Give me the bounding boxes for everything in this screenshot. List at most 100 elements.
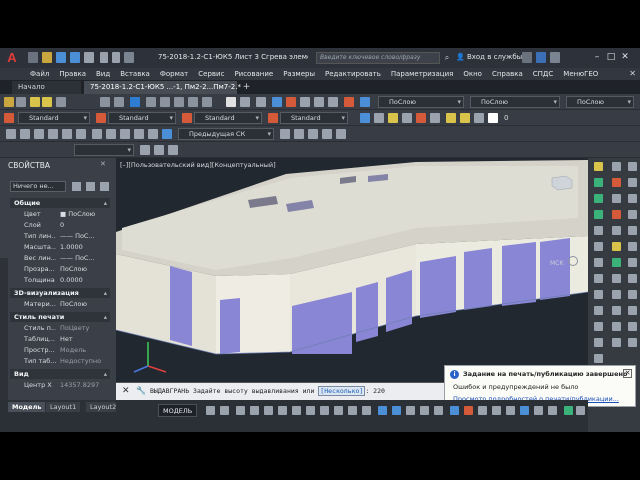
markup-icon[interactable] bbox=[314, 97, 324, 107]
app-logo[interactable]: A bbox=[2, 50, 22, 66]
clean-screen-icon[interactable] bbox=[548, 406, 557, 415]
dynamic-ucs-icon[interactable] bbox=[362, 406, 371, 415]
search-icon[interactable]: ⌕ bbox=[441, 52, 453, 64]
prop-row[interactable]: Толщина 0.0000 bbox=[10, 275, 110, 286]
fillet-tool-icon[interactable] bbox=[628, 338, 637, 347]
text-style-dropdown[interactable]: Standard bbox=[18, 112, 90, 124]
properties-icon[interactable] bbox=[256, 97, 266, 107]
save-icon[interactable] bbox=[56, 52, 66, 63]
lineweight-dropdown[interactable]: ПоСлою bbox=[566, 96, 634, 108]
tab-layout1[interactable]: Layout1 bbox=[46, 402, 81, 412]
view-icon[interactable] bbox=[360, 113, 370, 123]
snap-icon[interactable] bbox=[220, 406, 229, 415]
sun-icon[interactable] bbox=[42, 97, 52, 107]
undo-icon[interactable] bbox=[100, 52, 108, 63]
ortho-icon[interactable] bbox=[236, 406, 245, 415]
prop-row[interactable]: Цвет ■ ПоСлою bbox=[10, 209, 110, 220]
lock-ui-icon[interactable] bbox=[506, 406, 515, 415]
3dosnap-icon[interactable] bbox=[348, 406, 357, 415]
gizmo-icon[interactable] bbox=[392, 406, 401, 415]
layer-iso-icon[interactable] bbox=[114, 97, 124, 107]
menu-geo[interactable]: МенюГЕО bbox=[563, 68, 598, 80]
gradient-tool-icon[interactable] bbox=[612, 290, 621, 299]
menu-insert[interactable]: Вставка bbox=[120, 68, 150, 80]
transparency-icon[interactable] bbox=[320, 406, 329, 415]
pencil-icon[interactable] bbox=[594, 162, 603, 171]
material-icon[interactable] bbox=[416, 113, 426, 123]
autoscale-icon[interactable] bbox=[420, 406, 429, 415]
offset-tool-icon[interactable] bbox=[594, 226, 603, 235]
polar-icon[interactable] bbox=[250, 406, 259, 415]
annotation-visibility-icon[interactable] bbox=[406, 406, 415, 415]
match-layer-icon[interactable] bbox=[130, 97, 140, 107]
workspace-dropdown[interactable] bbox=[74, 144, 134, 156]
region-tool-icon[interactable] bbox=[628, 290, 637, 299]
ucs-dropdown[interactable]: Предыдущая СК bbox=[178, 128, 274, 140]
close-icon[interactable] bbox=[628, 162, 637, 171]
print-status-icon[interactable] bbox=[564, 406, 573, 415]
join-tool-icon[interactable] bbox=[594, 338, 603, 347]
current-layer-label[interactable]: 0 bbox=[504, 114, 508, 122]
xline-icon[interactable] bbox=[612, 178, 621, 187]
ucs-zaxis-icon[interactable] bbox=[322, 129, 332, 139]
prop-row[interactable]: Тип лин... —— ПоС... bbox=[10, 231, 110, 242]
section-general[interactable]: Общие bbox=[10, 198, 110, 208]
menu-edit[interactable]: Правка bbox=[59, 68, 86, 80]
redo-icon[interactable] bbox=[112, 52, 120, 63]
tool-palette-icon[interactable] bbox=[286, 97, 296, 107]
maximize-button[interactable]: □ bbox=[604, 51, 618, 64]
prop-row[interactable]: Тип таб... Недоступно bbox=[10, 356, 110, 367]
move-tool-icon[interactable] bbox=[594, 258, 603, 267]
polyline-icon[interactable] bbox=[20, 129, 30, 139]
extend-tool-icon[interactable] bbox=[612, 322, 621, 331]
toggle-pickadd-icon[interactable] bbox=[72, 182, 81, 191]
mtext-tool-icon[interactable] bbox=[628, 306, 637, 315]
quick-properties-icon[interactable] bbox=[492, 406, 501, 415]
prop-row[interactable]: Простр... Модель bbox=[10, 345, 110, 356]
layer-dropdown-icon[interactable] bbox=[56, 97, 66, 107]
erase-icon[interactable] bbox=[594, 178, 603, 187]
layer-on-icon[interactable] bbox=[446, 113, 456, 123]
table-tool-icon[interactable] bbox=[612, 306, 621, 315]
open-folder-icon[interactable] bbox=[42, 52, 52, 63]
arc-tool-icon[interactable] bbox=[628, 194, 637, 203]
orbit-icon[interactable] bbox=[240, 97, 250, 107]
prop-row[interactable]: Вес лин... —— ПоС... bbox=[10, 253, 110, 264]
hand-icon[interactable] bbox=[226, 97, 236, 107]
otrack-icon[interactable] bbox=[278, 406, 287, 415]
tab-start[interactable]: Начало bbox=[12, 81, 82, 94]
block-tool-icon[interactable] bbox=[612, 258, 621, 267]
menu-dimensions[interactable]: Размеры bbox=[283, 68, 315, 80]
ucs-3point-icon[interactable] bbox=[336, 129, 346, 139]
polygon-tool-icon[interactable] bbox=[612, 210, 621, 219]
new-file-icon[interactable] bbox=[28, 52, 38, 63]
zoom-ext-icon[interactable] bbox=[202, 97, 212, 107]
a360-icon[interactable] bbox=[536, 52, 546, 63]
selection-dropdown[interactable]: Ничего не... bbox=[10, 181, 66, 192]
lightbulb-icon[interactable] bbox=[30, 97, 40, 107]
camera-icon[interactable] bbox=[402, 113, 412, 123]
menu-parametric[interactable]: Параметризация bbox=[391, 68, 453, 80]
close-button[interactable]: ✕ bbox=[618, 51, 632, 64]
point-tool-icon[interactable] bbox=[612, 274, 621, 283]
circle-icon[interactable] bbox=[34, 129, 44, 139]
layer-state-icon[interactable] bbox=[16, 97, 26, 107]
visual-style-icon[interactable] bbox=[430, 113, 440, 123]
section-view[interactable]: Вид bbox=[10, 369, 110, 379]
prop-row[interactable]: Слой 0 bbox=[10, 220, 110, 231]
isodraft-icon[interactable] bbox=[264, 406, 273, 415]
extrude-icon[interactable] bbox=[168, 145, 178, 155]
units-icon[interactable] bbox=[478, 406, 487, 415]
table-style-icon[interactable] bbox=[182, 113, 192, 123]
menu-view[interactable]: Вид bbox=[96, 68, 110, 80]
menu-help[interactable]: Справка bbox=[492, 68, 523, 80]
copy-tool-icon[interactable] bbox=[594, 194, 603, 203]
workspace-icon[interactable] bbox=[450, 406, 459, 415]
rotate-icon[interactable] bbox=[120, 129, 130, 139]
mleader-style-dropdown[interactable]: Standard bbox=[280, 112, 348, 124]
hatch-icon[interactable] bbox=[76, 129, 86, 139]
design-center-icon[interactable] bbox=[272, 97, 282, 107]
text-style-icon[interactable] bbox=[4, 113, 14, 123]
zoom-prev-icon[interactable] bbox=[188, 97, 198, 107]
help-book-icon[interactable] bbox=[344, 97, 354, 107]
